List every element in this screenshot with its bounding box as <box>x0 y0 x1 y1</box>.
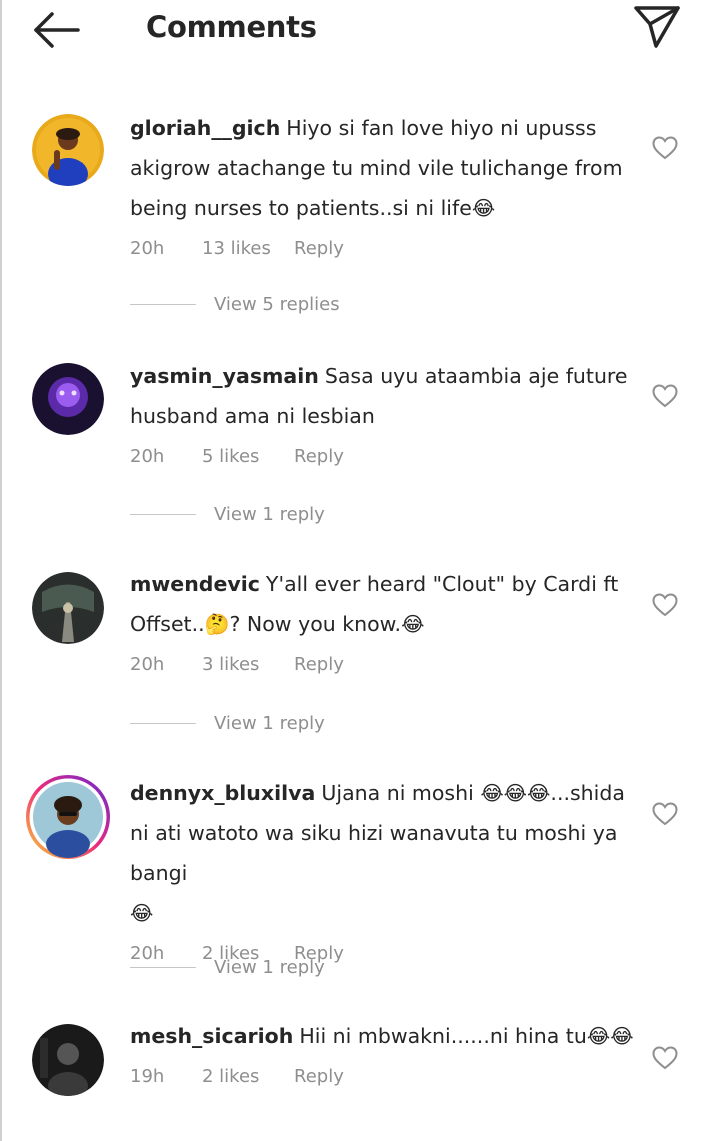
comment-content: Ujana ni moshi <box>321 781 481 805</box>
username[interactable]: mwendevic <box>130 572 260 596</box>
heart-icon <box>652 593 678 617</box>
comment-text: mesh_sicarioh Hii ni mbwakni......ni hina… <box>130 1016 640 1056</box>
laughing-emoji: 😂 <box>130 901 154 925</box>
comment-meta: 20h 3 likes Reply <box>130 646 640 682</box>
avatar-image <box>32 1024 104 1096</box>
back-button[interactable] <box>30 8 82 52</box>
avatar-image <box>32 572 104 644</box>
avatar-image-story-ring <box>26 775 110 859</box>
like-button[interactable] <box>652 802 678 826</box>
reply-button[interactable]: Reply <box>294 654 344 675</box>
likes-count[interactable]: 3 likes <box>202 654 294 675</box>
divider-line <box>130 514 196 515</box>
comment-text: yasmin_yasmain Sasa uyu ataambia aje futu… <box>130 356 640 436</box>
view-replies-label: View 1 reply <box>214 504 325 525</box>
like-button[interactable] <box>652 1046 678 1070</box>
laughing-emoji: 😂 <box>401 612 425 636</box>
heart-icon <box>652 384 678 408</box>
view-replies-button[interactable]: View 5 replies <box>130 294 340 315</box>
likes-count[interactable]: 2 likes <box>202 1066 294 1087</box>
paper-plane-icon <box>634 6 680 48</box>
avatar[interactable] <box>32 363 106 437</box>
header: Comments <box>0 0 720 60</box>
likes-count[interactable]: 5 likes <box>202 446 294 467</box>
screen-edge <box>0 0 2 1141</box>
username[interactable]: gloriah__gich <box>130 116 280 140</box>
comment-content: Hii ni mbwakni......ni hina tu <box>299 1024 587 1048</box>
avatar[interactable] <box>32 1024 106 1098</box>
view-replies-label: View 1 reply <box>214 957 325 978</box>
heart-icon <box>652 136 678 160</box>
comment-body: mwendevic Y'all ever heard "Clout" by Car… <box>130 564 640 682</box>
laughing-emoji: 😂 <box>471 196 496 220</box>
view-replies-button[interactable]: View 1 reply <box>130 713 325 734</box>
username[interactable]: yasmin_yasmain <box>130 364 319 388</box>
like-button[interactable] <box>652 384 678 408</box>
heart-icon <box>652 802 678 826</box>
comment-body: mesh_sicarioh Hii ni mbwakni......ni hina… <box>130 1016 640 1094</box>
divider-line <box>130 304 196 305</box>
arrow-left-icon <box>34 12 80 48</box>
timestamp: 19h <box>130 1065 165 1087</box>
comment-text: mwendevic Y'all ever heard "Clout" by Car… <box>130 564 640 644</box>
comment-text: dennyx_bluxilva Ujana ni moshi 😂😂😂...shid… <box>130 773 640 933</box>
likes-count[interactable]: 13 likes <box>202 238 294 259</box>
divider-line <box>130 967 196 968</box>
view-replies-label: View 1 reply <box>214 713 325 734</box>
comment-body: gloriah__gich Hiyo si fan love hiyo ni up… <box>130 108 640 266</box>
username[interactable]: mesh_sicarioh <box>130 1024 293 1048</box>
avatar[interactable] <box>32 572 106 646</box>
timestamp: 20h <box>130 237 165 259</box>
avatar-image <box>32 363 104 435</box>
avatar-image <box>32 114 104 186</box>
view-replies-button[interactable]: View 1 reply <box>130 504 325 525</box>
timestamp: 20h <box>130 445 165 467</box>
avatar[interactable] <box>26 775 110 859</box>
comment-meta: 20h 13 likes Reply <box>130 230 640 266</box>
comment-content-cont: ? Now you know. <box>229 612 402 636</box>
laughing-emoji-group: 😂😂 <box>586 1024 634 1048</box>
like-button[interactable] <box>652 593 678 617</box>
thinking-emoji: 🤔 <box>204 612 230 636</box>
divider-line <box>130 723 196 724</box>
view-replies-label: View 5 replies <box>214 294 340 315</box>
comment-text: gloriah__gich Hiyo si fan love hiyo ni up… <box>130 108 640 228</box>
laughing-emoji-group: 😂😂😂 <box>480 781 551 805</box>
comment-body: dennyx_bluxilva Ujana ni moshi 😂😂😂...shid… <box>130 773 640 971</box>
reply-button[interactable]: Reply <box>294 1066 344 1087</box>
timestamp: 20h <box>130 653 165 675</box>
comment-meta: 19h 2 likes Reply <box>130 1058 640 1094</box>
page-title: Comments <box>146 10 317 44</box>
heart-icon <box>652 1046 678 1070</box>
comment-meta: 20h 5 likes Reply <box>130 438 640 474</box>
avatar[interactable] <box>32 114 106 188</box>
reply-button[interactable]: Reply <box>294 446 344 467</box>
comment-body: yasmin_yasmain Sasa uyu ataambia aje futu… <box>130 356 640 474</box>
username[interactable]: dennyx_bluxilva <box>130 781 315 805</box>
like-button[interactable] <box>652 136 678 160</box>
reply-button[interactable]: Reply <box>294 238 344 259</box>
share-button[interactable] <box>632 4 682 50</box>
view-replies-button[interactable]: View 1 reply <box>130 957 325 978</box>
